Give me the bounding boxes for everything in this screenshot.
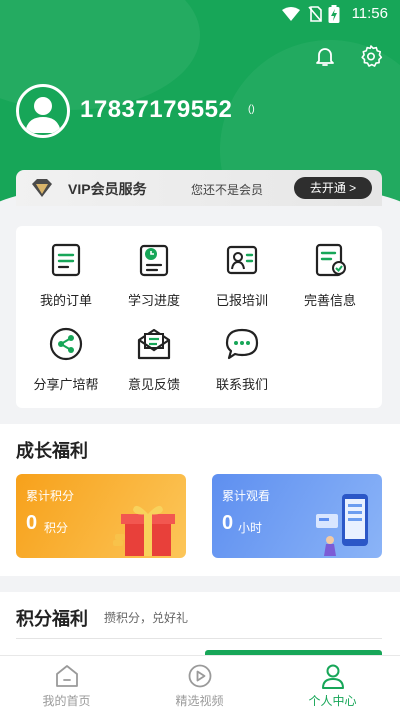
menu-item-label: 分享广培帮 — [33, 377, 99, 392]
points-card-title: 累计积分 — [26, 489, 75, 503]
diamond-icon — [32, 179, 52, 197]
growth-title: 成长福利 — [16, 441, 88, 461]
watch-time-card-title: 累计观看 — [222, 489, 271, 503]
contact-icon — [225, 328, 259, 360]
person-icon — [322, 664, 344, 689]
points-unit: 积分 — [44, 521, 69, 535]
menu-item-label: 意见反馈 — [127, 377, 180, 392]
vip-banner[interactable]: VIP会员服务 您还不是会员 去开通 > — [16, 170, 382, 206]
menu-item-contact[interactable]: 联系我们 — [198, 310, 286, 392]
battery-charging-icon — [328, 5, 340, 23]
share-icon — [49, 327, 83, 361]
points-subtitle: 攒积分，兑好礼 — [104, 611, 189, 625]
menu-item-label: 已报培训 — [215, 293, 268, 308]
tab-label: 精选视频 — [175, 694, 224, 708]
vip-activate-button[interactable]: 去开通 > — [294, 177, 372, 199]
vip-title: VIP会员服务 — [68, 181, 147, 197]
tab-label: 个人中心 — [308, 694, 357, 708]
tab-profile[interactable]: 个人中心 — [266, 656, 399, 711]
watch-time-card[interactable]: 累计观看 0 小时 — [212, 474, 382, 558]
tab-bar: 我的首页 精选视频 个人中心 — [0, 655, 400, 711]
divider — [16, 638, 382, 639]
wifi-icon — [282, 7, 300, 21]
menu-item-feedback[interactable]: 意见反馈 — [110, 310, 198, 392]
avatar[interactable] — [16, 84, 70, 138]
menu-card: 我的订单 学习进度 已报培训 完善信息 分享广培帮 意见反馈 联系我们 — [16, 226, 382, 408]
settings-icon[interactable] — [359, 44, 383, 68]
bell-icon[interactable] — [313, 44, 337, 68]
menu-item-label: 联系我们 — [215, 377, 268, 392]
menu-item-training[interactable]: 已报培训 — [198, 226, 286, 308]
tab-label: 我的首页 — [42, 694, 91, 708]
video-icon — [188, 664, 212, 688]
points-card[interactable]: 累计积分 0 积分 — [16, 474, 186, 558]
points-value: 0 — [26, 512, 38, 534]
watch-time-value: 0 — [222, 512, 234, 534]
menu-item-label: 学习进度 — [127, 293, 180, 308]
status-time: 11:56 — [351, 5, 388, 22]
tab-videos[interactable]: 精选视频 — [133, 656, 266, 711]
points-title: 积分福利 — [16, 609, 88, 629]
menu-item-share[interactable]: 分享广培帮 — [22, 310, 110, 392]
menu-item-label: 完善信息 — [303, 293, 356, 308]
menu-item-progress[interactable]: 学习进度 — [110, 226, 198, 308]
order-icon — [51, 243, 81, 277]
no-sim-icon — [308, 6, 322, 22]
menu-item-orders[interactable]: 我的订单 — [22, 226, 110, 308]
gift-box-icon — [113, 505, 175, 556]
vip-status: 您还不是会员 — [191, 183, 264, 197]
training-icon — [226, 245, 258, 275]
user-phone: 17837179552 — [80, 96, 233, 123]
status-bar: 11:56 — [0, 0, 400, 28]
avatar-person-icon — [25, 97, 61, 133]
phone-illustration-icon — [316, 494, 368, 556]
menu-item-profile-info[interactable]: 完善信息 — [286, 226, 374, 308]
profile-info-icon — [315, 243, 346, 277]
tab-home[interactable]: 我的首页 — [0, 656, 133, 711]
watch-time-unit: 小时 — [238, 521, 263, 535]
user-tag: () — [248, 104, 255, 115]
progress-icon — [139, 244, 169, 277]
menu-item-label: 我的订单 — [39, 293, 92, 308]
home-icon — [56, 665, 78, 687]
feedback-icon — [137, 328, 171, 360]
